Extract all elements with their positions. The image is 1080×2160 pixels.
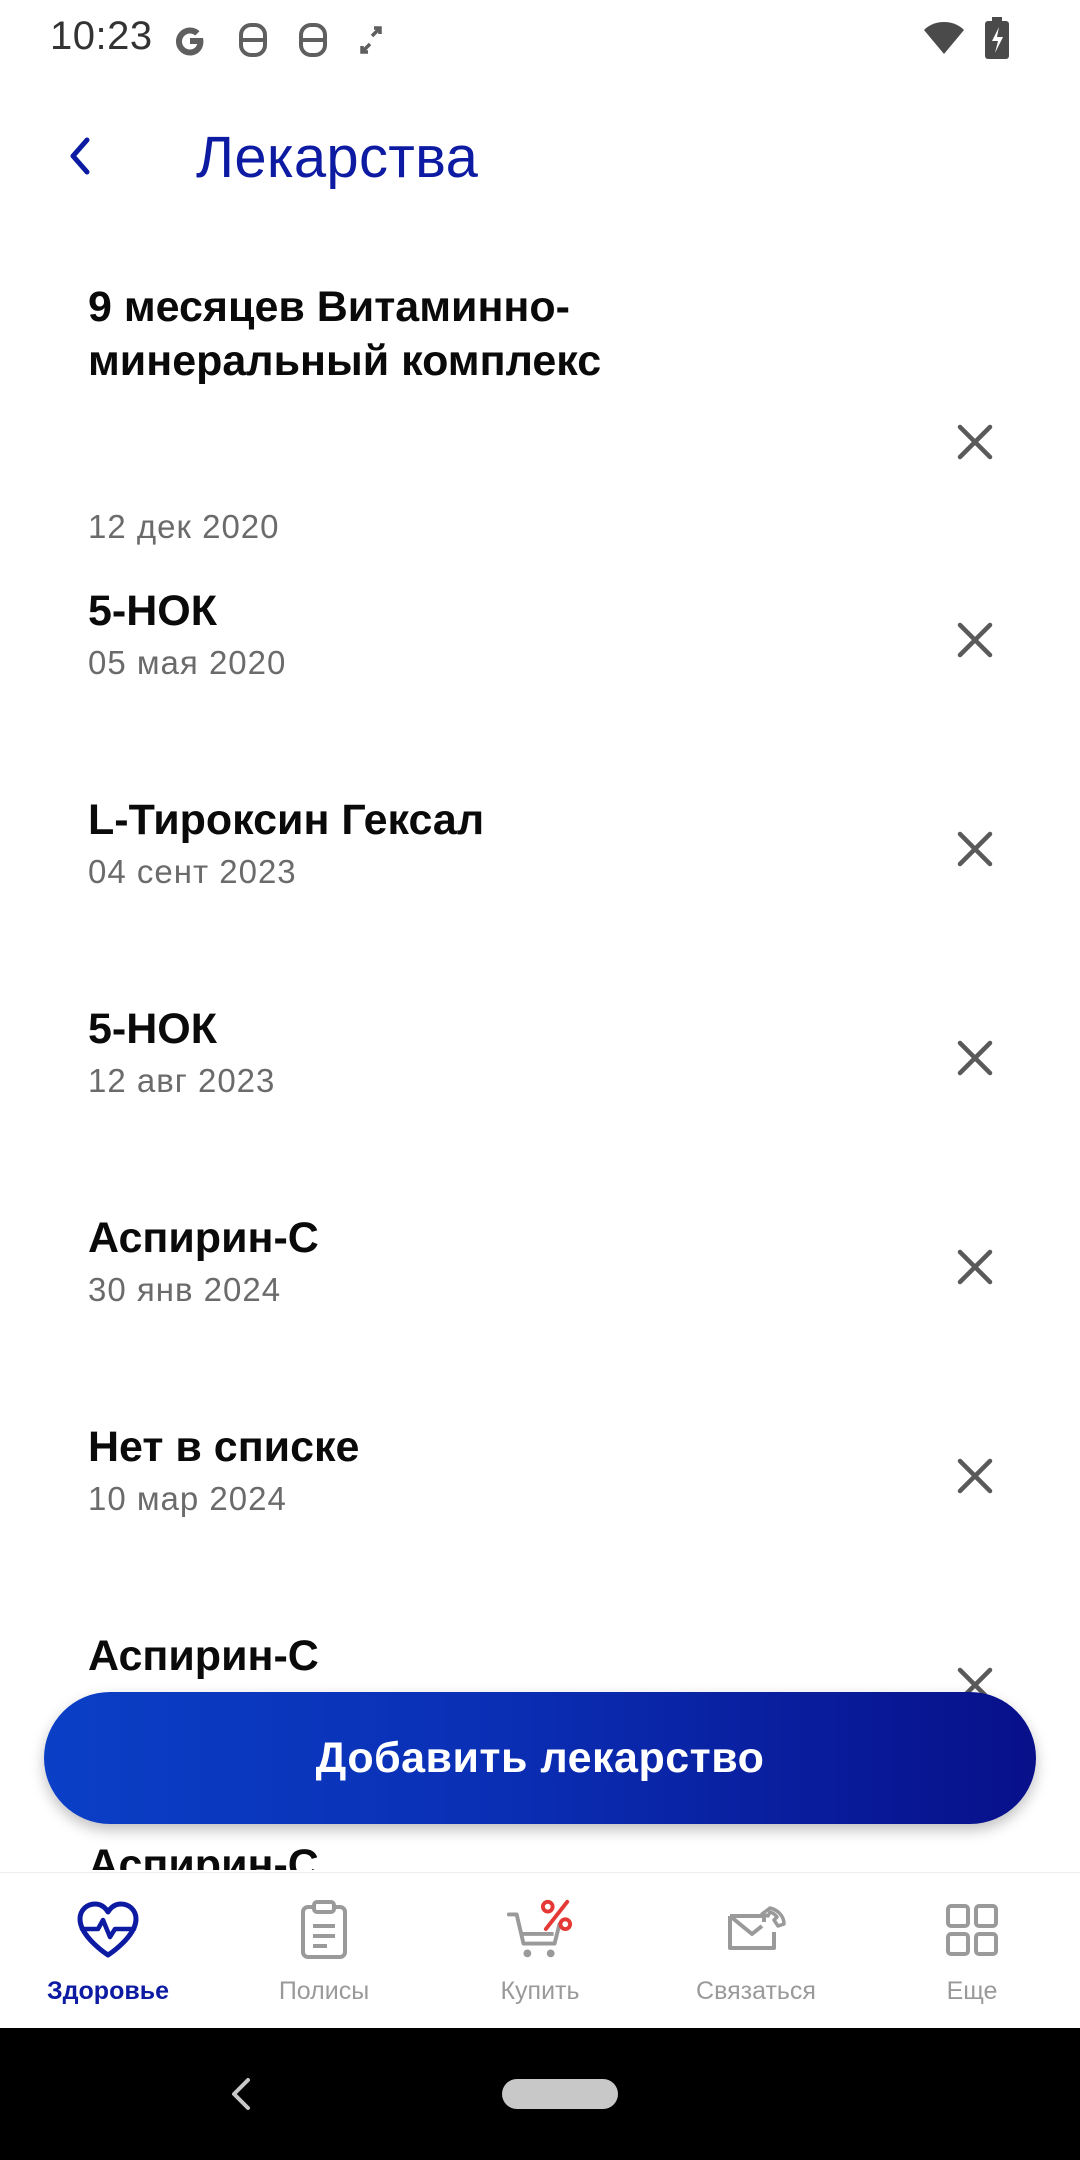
close-icon xyxy=(957,1249,993,1290)
medication-name: 5-НОК xyxy=(88,587,217,635)
close-icon xyxy=(957,831,993,872)
clipboard-icon xyxy=(289,1895,359,1965)
close-icon xyxy=(957,1040,993,1081)
medication-date: 10 мар 2024 xyxy=(88,1480,287,1517)
remove-medication-button[interactable] xyxy=(935,1438,1015,1518)
close-icon xyxy=(957,1458,993,1499)
close-icon xyxy=(957,424,993,465)
wifi-icon xyxy=(922,18,966,63)
medication-item[interactable]: 5-НОК 12 авг 2023 xyxy=(0,1002,1080,1122)
medication-name: Аспирин-С xyxy=(88,1214,319,1262)
medication-date: 12 дек 2020 xyxy=(88,508,280,545)
nav-item-buy[interactable]: Купить xyxy=(432,1873,648,2029)
nav-label: Еще xyxy=(946,1977,998,2005)
system-back-button[interactable] xyxy=(220,2072,264,2116)
nav-item-more[interactable]: Еще xyxy=(864,1873,1080,2029)
nav-label: Связаться xyxy=(696,1977,816,2005)
system-back-icon xyxy=(232,2078,250,2110)
status-time: 10:23 xyxy=(50,14,153,58)
medication-name: L-Тироксин Гексал xyxy=(88,796,485,844)
medication-item[interactable]: Аспирин-С 30 янв 2024 xyxy=(0,1211,1080,1331)
page-title: Лекарства xyxy=(196,125,479,190)
medication-item[interactable]: 9 месяцев Витаминно-минеральный комплекс… xyxy=(0,280,1080,545)
status-bar: 10:23 xyxy=(0,0,1080,80)
remove-medication-button[interactable] xyxy=(935,1229,1015,1309)
system-navigation-bar xyxy=(0,2028,1080,2160)
bottom-navigation: Здоровье Полисы Купить Связаться Еще xyxy=(0,1872,1080,2028)
medication-name: Аспирин-С xyxy=(88,1841,319,1870)
medication-date: 04 сент 2023 xyxy=(88,853,297,890)
heart-pulse-icon xyxy=(73,1895,143,1965)
medication-name: Аспирин-С xyxy=(88,1632,319,1680)
nav-label: Полисы xyxy=(278,1977,370,2005)
nav-label: Здоровье xyxy=(47,1977,169,2005)
status-icons-left xyxy=(170,14,386,66)
add-medication-label: Добавить лекарство xyxy=(315,1733,765,1782)
remove-medication-button[interactable] xyxy=(935,811,1015,891)
medication-item[interactable]: L-Тироксин Гексал 04 сент 2023 xyxy=(0,793,1080,913)
close-icon xyxy=(957,622,993,663)
fullscreen-icon xyxy=(356,20,386,60)
system-home-button[interactable] xyxy=(502,2079,618,2109)
back-button[interactable] xyxy=(44,122,116,194)
medication-item[interactable]: Нет в списке 10 мар 2024 xyxy=(0,1420,1080,1540)
grid-icon xyxy=(937,1895,1007,1965)
medication-date: 05 мая 2020 xyxy=(88,644,287,681)
add-medication-button[interactable]: Добавить лекарство xyxy=(44,1692,1036,1824)
medication-name: 9 месяцев Витаминно-минеральный комплекс xyxy=(88,283,602,385)
app-header: Лекарства xyxy=(0,100,1080,220)
medication-date: 12 авг 2023 xyxy=(88,1062,276,1099)
nav-item-policies[interactable]: Полисы xyxy=(216,1873,432,2029)
nav-label: Купить xyxy=(500,1977,580,2005)
status-icons-right xyxy=(922,14,1010,66)
nav-item-health[interactable]: Здоровье xyxy=(0,1873,216,2029)
envelope-phone-icon xyxy=(721,1895,791,1965)
medication-date: 30 янв 2024 xyxy=(88,1271,282,1308)
notification-icon xyxy=(236,20,270,60)
battery-charging-icon xyxy=(984,16,1010,65)
medication-item[interactable]: Аспирин-С xyxy=(0,1838,1080,1870)
remove-medication-button[interactable] xyxy=(935,1020,1015,1100)
medication-name: 5-НОК xyxy=(88,1005,217,1053)
notification-icon xyxy=(296,20,330,60)
medication-item[interactable]: 5-НОК 05 мая 2020 xyxy=(0,584,1080,704)
chevron-left-icon xyxy=(65,134,95,183)
google-icon xyxy=(170,20,210,60)
medication-list[interactable]: 9 месяцев Витаминно-минеральный комплекс… xyxy=(0,220,1080,1870)
remove-medication-button[interactable] xyxy=(935,602,1015,682)
cart-percent-icon xyxy=(505,1895,575,1965)
nav-item-contact[interactable]: Связаться xyxy=(648,1873,864,2029)
medication-name: Нет в списке xyxy=(88,1423,360,1471)
remove-medication-button[interactable] xyxy=(935,404,1015,484)
